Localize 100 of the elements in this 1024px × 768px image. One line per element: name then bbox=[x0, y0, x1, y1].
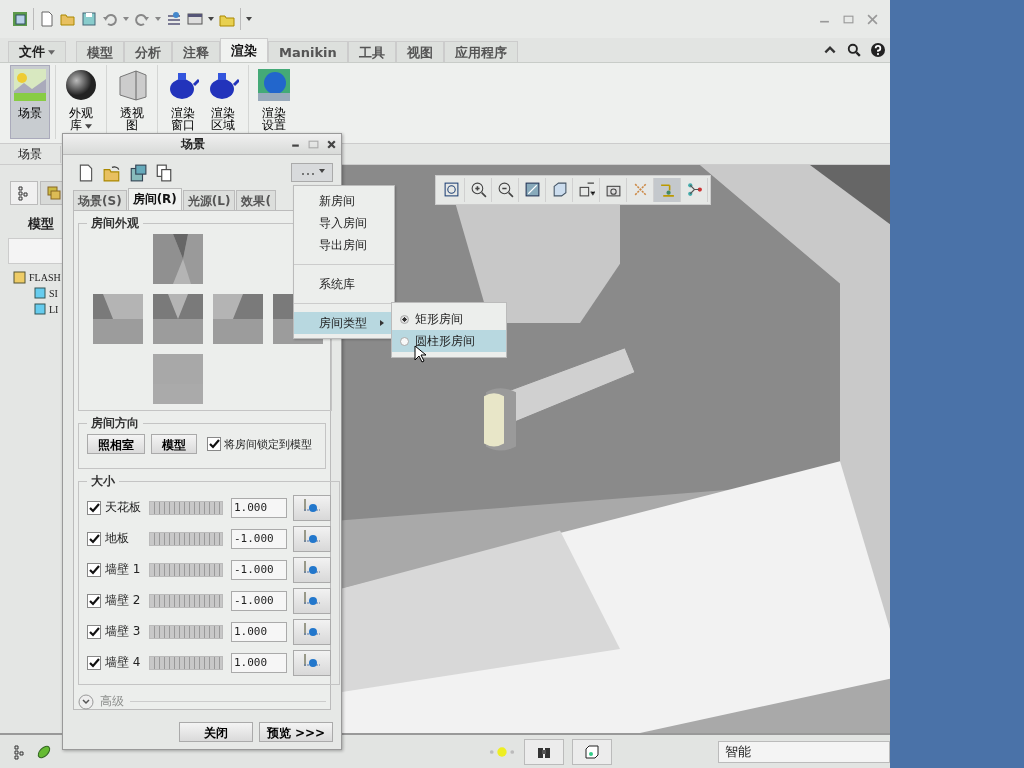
open-folder-icon[interactable] bbox=[60, 11, 76, 27]
window-icon[interactable] bbox=[187, 11, 203, 27]
file-menu[interactable]: 文件 bbox=[8, 41, 66, 62]
menu-item[interactable]: 导出房间 bbox=[294, 234, 394, 256]
radio-button[interactable] bbox=[400, 336, 409, 346]
ribbon-button[interactable]: 渲染区域 bbox=[203, 65, 243, 135]
ribbon-tab[interactable]: 应用程序 bbox=[443, 41, 518, 62]
dialog-tab[interactable]: 效果( bbox=[236, 190, 276, 210]
checkbox[interactable] bbox=[87, 562, 101, 577]
ribbon-button[interactable]: 渲染窗口 bbox=[163, 65, 203, 135]
sphere-button[interactable] bbox=[293, 618, 331, 645]
save-icon[interactable] bbox=[129, 163, 147, 182]
help-icon[interactable] bbox=[871, 43, 885, 57]
value-field[interactable]: -1.000 bbox=[231, 590, 287, 611]
checkbox[interactable] bbox=[87, 593, 101, 608]
expand-icon[interactable] bbox=[78, 693, 94, 710]
ribbon-tab[interactable]: 分析 bbox=[124, 41, 172, 62]
checkbox[interactable] bbox=[87, 500, 101, 515]
dialog-tab[interactable]: 光源(L) bbox=[182, 190, 236, 210]
menu-item[interactable]: 系统库 bbox=[294, 273, 394, 295]
slider-track[interactable] bbox=[149, 531, 223, 546]
menu-item[interactable]: 房间类型 bbox=[294, 312, 394, 334]
dialog-button[interactable]: 关闭 bbox=[179, 722, 253, 742]
ribbon-tab[interactable]: 视图 bbox=[395, 41, 444, 62]
slider-track[interactable] bbox=[149, 655, 223, 670]
checkbox-label: 墙壁 3 bbox=[105, 623, 142, 640]
value-field[interactable]: 1.000 bbox=[231, 621, 287, 642]
sphere-icon bbox=[302, 622, 322, 638]
menu-item[interactable]: 新房间 bbox=[294, 190, 394, 212]
undo-icon[interactable] bbox=[102, 11, 118, 27]
redo-icon[interactable] bbox=[134, 11, 150, 27]
checkbox-label: 墙壁 2 bbox=[105, 592, 142, 609]
dialog-tab[interactable]: 房间(R) bbox=[127, 188, 182, 210]
new-file-icon[interactable] bbox=[39, 11, 55, 27]
filter-dropdown[interactable]: 智能 bbox=[718, 740, 890, 763]
submenu-arrow-icon bbox=[380, 320, 384, 326]
caret-icon[interactable] bbox=[246, 17, 252, 21]
radio-button[interactable] bbox=[400, 314, 409, 324]
dialog-button[interactable]: 预览 >>> bbox=[259, 722, 333, 742]
ribbon-tab[interactable]: 模型 bbox=[76, 41, 124, 62]
sphere-button[interactable] bbox=[293, 587, 331, 614]
sphere-button[interactable] bbox=[293, 556, 331, 583]
sphere-button[interactable] bbox=[293, 494, 331, 521]
menu-item[interactable]: 圆柱形房间 bbox=[392, 330, 506, 352]
checkbox[interactable] bbox=[207, 437, 221, 451]
caret-icon bbox=[48, 49, 55, 55]
box-button[interactable] bbox=[572, 738, 612, 765]
checkbox[interactable] bbox=[87, 531, 101, 546]
checkbox[interactable] bbox=[87, 624, 101, 639]
open-folder-icon[interactable] bbox=[103, 163, 121, 182]
ribbon-tab[interactable]: 工具 bbox=[347, 41, 396, 62]
tree-item[interactable]: SI bbox=[49, 287, 58, 299]
ribbon-tab[interactable]: 注释 bbox=[172, 41, 220, 62]
app-icon[interactable] bbox=[12, 11, 28, 27]
copy-icon[interactable] bbox=[155, 163, 173, 182]
menu-item[interactable]: 矩形房间 bbox=[392, 308, 506, 330]
menu-item[interactable]: 导入房间 bbox=[294, 212, 394, 234]
ribbon-tab[interactable]: 渲染 bbox=[220, 38, 268, 62]
find-button[interactable] bbox=[524, 738, 564, 765]
dialog-button[interactable]: 模型 bbox=[151, 434, 197, 454]
zoom-fit-icon bbox=[443, 181, 460, 198]
slider-track[interactable] bbox=[149, 562, 223, 577]
slider-track[interactable] bbox=[149, 500, 223, 515]
value-field[interactable]: 1.000 bbox=[231, 652, 287, 673]
sphere-button[interactable] bbox=[293, 525, 331, 552]
value-field[interactable]: 1.000 bbox=[231, 497, 287, 518]
restore-icon[interactable] bbox=[843, 13, 854, 25]
value-field[interactable]: -1.000 bbox=[231, 559, 287, 580]
dialog-tab[interactable]: 场景(S) bbox=[73, 190, 127, 210]
sphere-icon bbox=[302, 560, 322, 576]
group-title: 房间外观 bbox=[90, 215, 140, 232]
group-label: 场景 bbox=[0, 145, 61, 163]
slider-track[interactable] bbox=[149, 624, 223, 639]
ribbon-button[interactable]: 渲染设置 bbox=[254, 65, 294, 135]
tree-item[interactable]: FLASH bbox=[29, 271, 61, 283]
caret-icon[interactable] bbox=[208, 17, 214, 21]
ribbon-tab[interactable]: Manikin bbox=[268, 41, 348, 62]
dialog-button[interactable]: 照相室 bbox=[87, 434, 145, 454]
new-file-icon[interactable] bbox=[77, 163, 95, 182]
checkbox-label: 墙壁 1 bbox=[105, 561, 142, 578]
more-button[interactable] bbox=[291, 163, 333, 182]
leaf-icon[interactable] bbox=[36, 743, 52, 760]
sphere-icon bbox=[302, 653, 322, 669]
sphere-icon bbox=[302, 529, 322, 545]
tree-item[interactable]: LI bbox=[49, 303, 59, 315]
dialog-title: 场景 bbox=[179, 135, 206, 153]
search-icon[interactable] bbox=[847, 43, 861, 57]
ribbon-button[interactable]: 外观库 bbox=[61, 65, 101, 135]
checkbox[interactable] bbox=[87, 655, 101, 670]
sphere-icon bbox=[302, 498, 322, 514]
sphere-button[interactable] bbox=[293, 649, 331, 676]
tree-tab[interactable] bbox=[10, 181, 38, 205]
ribbon-button[interactable]: 场景 bbox=[10, 65, 50, 139]
list-icon[interactable] bbox=[166, 11, 182, 27]
cube-icon bbox=[32, 301, 48, 317]
close-icon[interactable] bbox=[326, 138, 337, 150]
slider-track[interactable] bbox=[149, 593, 223, 608]
ribbon-button[interactable]: 透视图 bbox=[112, 65, 152, 135]
value-field[interactable]: -1.000 bbox=[231, 528, 287, 549]
group-title: 房间方向 bbox=[90, 415, 140, 432]
